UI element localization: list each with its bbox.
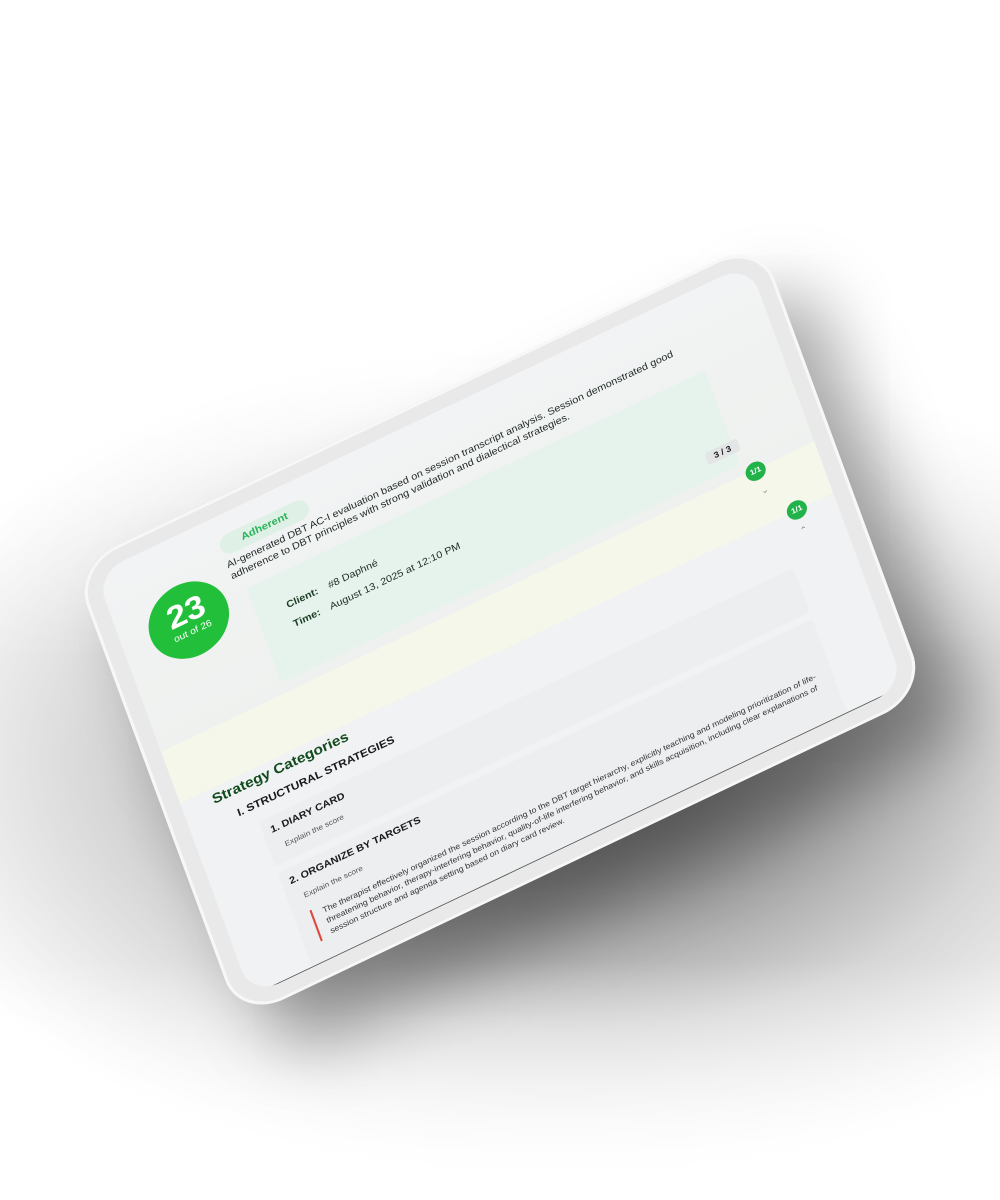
tablet-frame: 23 out of 26 Adherent AI-generated DBT A… bbox=[72, 239, 928, 1021]
app-screen: 23 out of 26 Adherent AI-generated DBT A… bbox=[95, 263, 905, 997]
chevron-up-icon[interactable]: ⌃ bbox=[799, 524, 810, 537]
